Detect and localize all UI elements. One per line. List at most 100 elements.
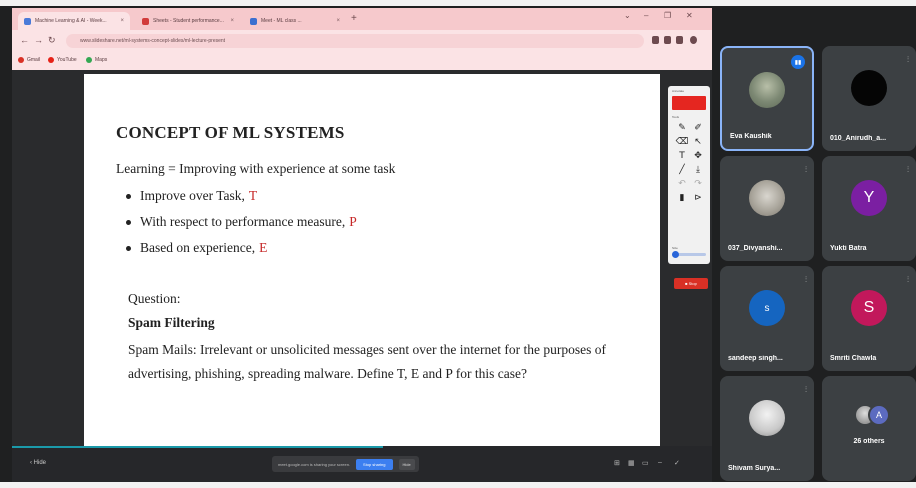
grid-view-icon[interactable]: ▦ xyxy=(628,459,635,467)
forward-arrow-icon[interactable]: → xyxy=(34,35,43,45)
pointer-icon[interactable]: ↖ xyxy=(692,136,704,147)
fit-page-icon[interactable]: ⊞ xyxy=(614,459,620,467)
participant-tile[interactable]: ⫶ 010_Anirudh_a... xyxy=(822,46,916,151)
eraser-icon[interactable]: ⌫ xyxy=(676,136,689,147)
tab-title: Sheets - Student performance... xyxy=(153,18,224,24)
bookmark-gmail[interactable]: Gmail xyxy=(18,57,40,63)
browser-tab-3[interactable]: Meet - ML class ... × xyxy=(244,12,346,30)
participant-name: Smriti Chawla xyxy=(830,355,877,362)
line-icon[interactable]: ╱ xyxy=(676,164,688,175)
bullet-accent: P xyxy=(349,214,357,229)
bookmark-label: Maps xyxy=(95,57,108,63)
pin-icon[interactable]: ⫶ xyxy=(805,385,807,395)
bullet-accent: T xyxy=(248,188,258,203)
participant-tile[interactable]: ▮▮ Eva Kaushik xyxy=(720,46,814,151)
screen-bottom-border xyxy=(0,482,916,488)
avatar: Y xyxy=(851,180,887,216)
bookmark-star-icon[interactable] xyxy=(664,36,671,44)
pen-icon[interactable]: ✎ xyxy=(676,122,688,133)
bullet-text: With respect to performance measure, xyxy=(140,214,346,229)
download-icon[interactable]: ⤓ xyxy=(692,164,704,175)
pen-color-swatch[interactable] xyxy=(672,96,706,110)
bullet-accent: E xyxy=(259,240,268,255)
participant-name: Eva Kaushik xyxy=(730,133,772,140)
hide-control[interactable]: ‹ Hide xyxy=(30,460,46,466)
pen-size-slider[interactable] xyxy=(672,251,706,258)
reload-icon[interactable]: ↻ xyxy=(48,35,56,46)
avatar xyxy=(749,72,785,108)
new-tab-button[interactable]: + xyxy=(351,13,357,24)
bookmark-youtube[interactable]: YouTube xyxy=(48,57,77,63)
redo-icon[interactable]: ↷ xyxy=(692,178,704,189)
participant-tile[interactable]: ⫶ S Smriti Chawla xyxy=(822,266,916,371)
extensions-icon[interactable] xyxy=(676,36,683,44)
move-icon[interactable]: ✥ xyxy=(692,150,704,161)
undo-icon[interactable]: ↶ xyxy=(676,178,688,189)
screen-share-bar: ‹ Hide meet.google.com is sharing your s… xyxy=(12,446,712,482)
avatar: A xyxy=(868,404,890,426)
browser-tab-2[interactable]: Sheets - Student performance... × xyxy=(136,12,240,30)
avatar xyxy=(749,400,785,436)
close-tab-icon[interactable]: × xyxy=(336,18,340,24)
marker-icon[interactable]: ✐ xyxy=(692,122,704,133)
pin-icon[interactable]: ⫶ xyxy=(907,55,909,65)
bullet-dot xyxy=(126,219,131,225)
meeting-stage: Machine Learning & AI - Week... × Sheets… xyxy=(0,0,916,488)
bookmark-label: YouTube xyxy=(57,57,77,63)
bullet-text: Improve over Task, xyxy=(140,188,245,203)
stop-annotation-button[interactable]: ■ Stop xyxy=(674,278,708,289)
share-progress xyxy=(12,446,383,448)
tool-grid: ✎ ✐ ⌫ ↖ T ✥ ╱ ⤓ ↶ ↷ ▮ ⊳ xyxy=(676,122,704,203)
tab-favicon xyxy=(142,17,149,25)
text-tool-icon[interactable]: T xyxy=(676,150,688,161)
delete-icon[interactable]: ▮ xyxy=(676,192,688,203)
pin-icon[interactable]: ⫶ xyxy=(805,165,807,175)
tab-bar: Machine Learning & AI - Week... × Sheets… xyxy=(12,8,712,30)
back-arrow-icon[interactable]: ← xyxy=(20,35,29,45)
maximize-icon[interactable]: ❐ xyxy=(664,11,671,20)
others-tile[interactable]: A 26 others xyxy=(822,376,916,481)
pin-icon[interactable]: ⫶ xyxy=(907,275,909,285)
url-input[interactable]: www.slideshare.net/ml-systems-concept-sl… xyxy=(66,34,644,48)
shared-screen: Machine Learning & AI - Week... × Sheets… xyxy=(12,8,712,482)
profile-icon[interactable] xyxy=(690,36,697,44)
size-label: Size xyxy=(672,246,678,250)
check-icon[interactable]: ✓ xyxy=(674,459,680,467)
minimize-icon[interactable]: – xyxy=(644,11,648,20)
close-tab-icon[interactable]: × xyxy=(230,18,234,24)
sharing-banner: meet.google.com is sharing your screen. … xyxy=(272,456,419,472)
participant-tile[interactable]: ⫶ 037_Divyanshi... xyxy=(720,156,814,261)
pin-icon[interactable]: ⫶ xyxy=(907,165,909,175)
bullet-dot xyxy=(126,193,131,199)
maps-icon xyxy=(86,57,92,63)
collapse-icon[interactable]: ⊳ xyxy=(692,192,704,203)
participant-tile[interactable]: ⫶ s sandeep singh... xyxy=(720,266,814,371)
avatar: s xyxy=(749,290,785,326)
annotation-toolbar: Annotate Tools ✎ ✐ ⌫ ↖ T ✥ ╱ ⤓ ↶ ↷ ▮ ⊳ S… xyxy=(668,86,710,264)
participant-name: 037_Divyanshi... xyxy=(728,245,783,252)
participant-name: Yukti Batra xyxy=(830,245,867,252)
hide-banner-button[interactable]: Hide xyxy=(398,458,415,470)
avatar xyxy=(749,180,785,216)
close-tab-icon[interactable]: × xyxy=(120,18,124,24)
tab-favicon xyxy=(250,17,257,25)
pin-icon[interactable]: ⫶ xyxy=(805,275,807,285)
bookmark-maps[interactable]: Maps xyxy=(86,57,107,63)
tab-search-icon[interactable]: ⌄ xyxy=(624,11,631,20)
bullet-item: With respect to performance measure, P xyxy=(126,209,357,235)
participant-tile[interactable]: ⫶ Y Yukti Batra xyxy=(822,156,916,261)
minus-icon[interactable]: – xyxy=(658,459,662,466)
slide-intro: Learning = Improving with experience at … xyxy=(116,161,396,176)
screen-icon[interactable]: ▭ xyxy=(642,459,649,467)
stop-sharing-button[interactable]: Stop sharing xyxy=(356,458,393,470)
close-window-icon[interactable]: ✕ xyxy=(686,11,693,20)
question-label: Question: xyxy=(128,291,181,306)
slider-knob[interactable] xyxy=(672,251,679,258)
bookmarks-bar: Gmail YouTube Maps xyxy=(12,52,712,70)
browser-tab-1[interactable]: Machine Learning & AI - Week... × xyxy=(18,12,130,30)
presentation-slide: CONCEPT OF ML SYSTEMS Learning = Improvi… xyxy=(84,74,660,446)
tab-title: Meet - ML class ... xyxy=(261,18,302,24)
participant-tile[interactable]: ⫶ Shivam Surya... xyxy=(720,376,814,481)
others-avatars: A xyxy=(854,404,890,430)
share-icon[interactable] xyxy=(652,36,659,44)
